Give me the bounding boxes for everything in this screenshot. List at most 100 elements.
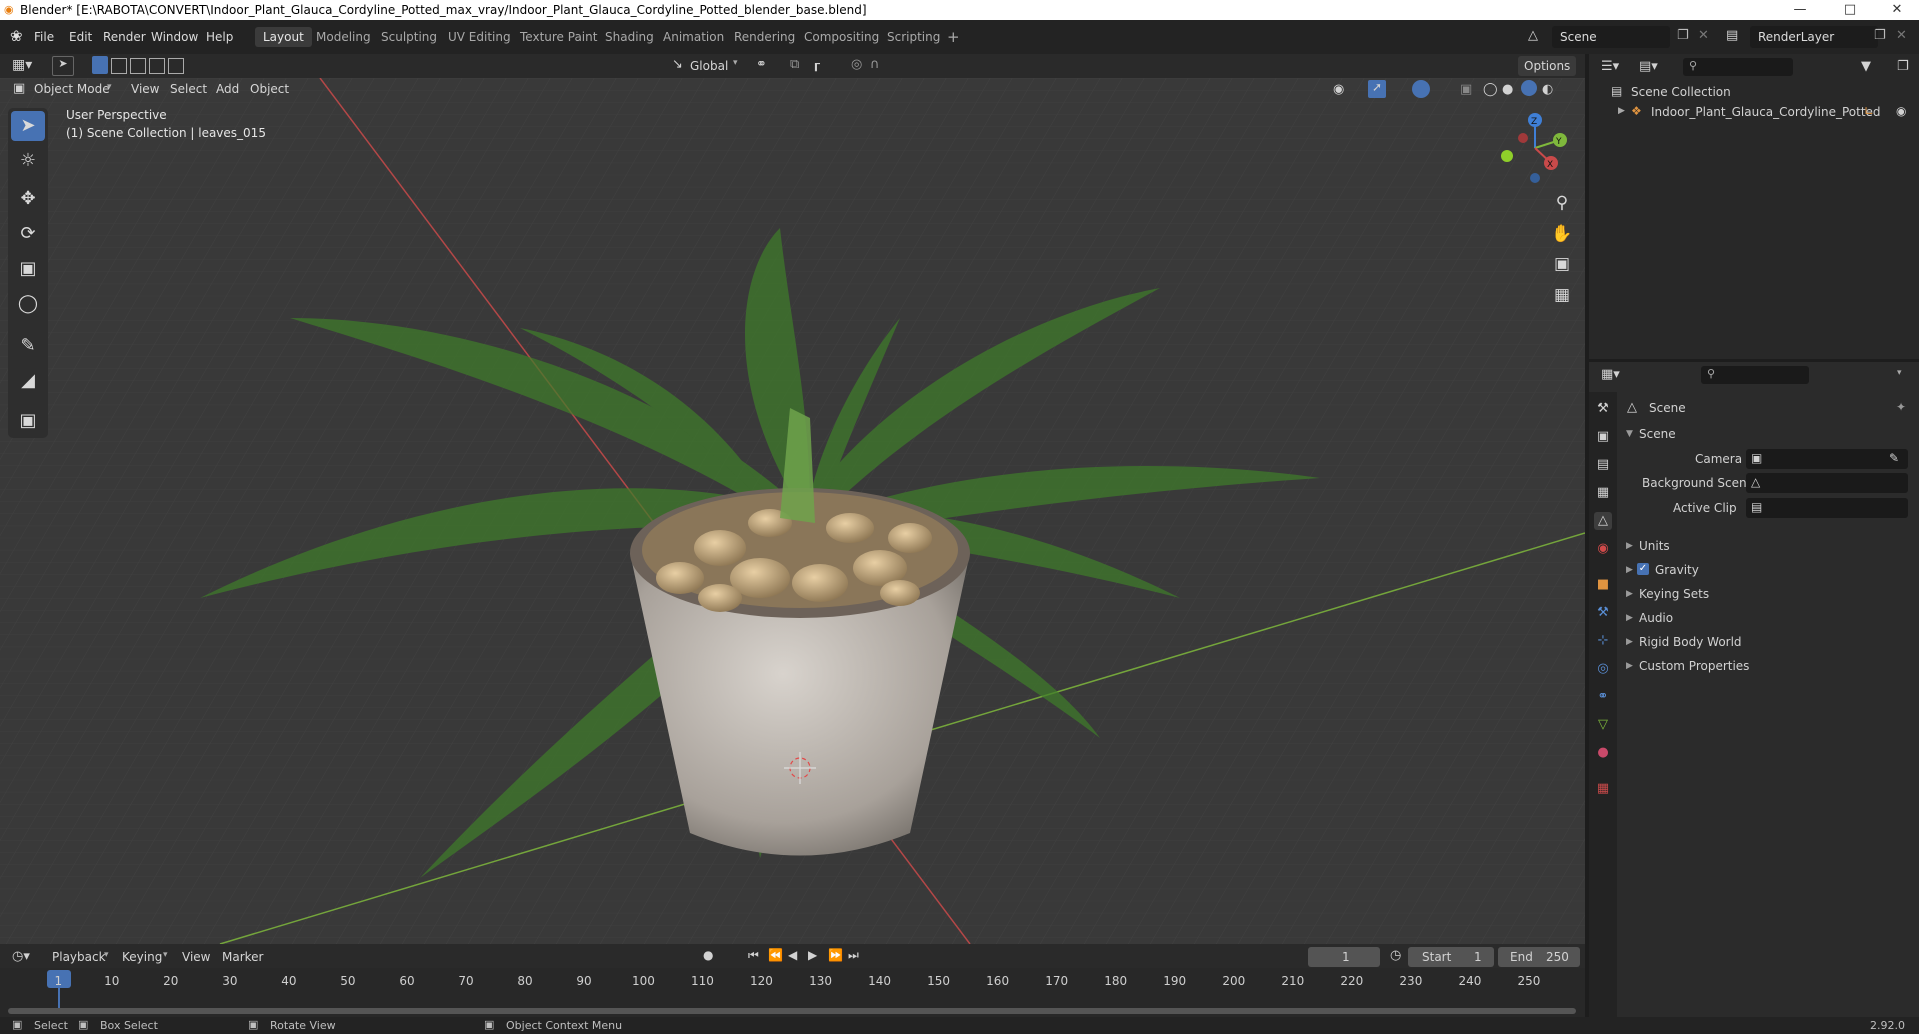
expand-custom-props-icon[interactable]: ▶	[1626, 661, 1633, 671]
end-frame-field[interactable]: End 250	[1498, 947, 1580, 967]
active-clip-field[interactable]	[1746, 498, 1908, 518]
object-menu[interactable]: Object	[244, 79, 295, 99]
tab-compositing[interactable]: Compositing	[796, 27, 887, 47]
material-tab-icon[interactable]: ●	[1594, 744, 1612, 762]
display-mode-icon[interactable]: ▤▾	[1639, 59, 1658, 74]
menu-help[interactable]: Help	[206, 30, 233, 44]
menu-window[interactable]: Window	[151, 30, 198, 44]
play-reverse-icon[interactable]: ◀	[788, 948, 797, 962]
marker-menu[interactable]: Marker	[216, 947, 269, 967]
chevron-down-icon[interactable]: ▾	[1897, 368, 1902, 378]
visibility-icon[interactable]: ◉	[1333, 82, 1344, 97]
eye-visibility-icon[interactable]: ◉	[1896, 104, 1906, 118]
select-mode-new-icon[interactable]	[92, 56, 108, 74]
new-scene-icon[interactable]: ❐	[1677, 28, 1689, 43]
editor-type-icon[interactable]: ▦▾	[12, 57, 32, 73]
properties-editor-icon[interactable]: ▦▾	[1601, 367, 1620, 382]
scene-section-header[interactable]: Scene	[1639, 427, 1676, 441]
expand-keying-sets-icon[interactable]: ▶	[1626, 589, 1633, 599]
proportional-falloff-icon[interactable]: ∩	[870, 57, 880, 72]
scene-collection-label[interactable]: Scene Collection	[1631, 85, 1731, 99]
properties-search-input[interactable]	[1701, 366, 1809, 384]
auto-key-icon[interactable]: ●	[703, 948, 713, 962]
current-frame-field[interactable]: 1	[1308, 947, 1380, 967]
tab-rendering[interactable]: Rendering	[726, 27, 803, 47]
keying-menu[interactable]: Keying	[116, 947, 168, 967]
render-layer-field[interactable]: RenderLayer	[1750, 26, 1878, 48]
measure-tool-icon[interactable]: ◢	[11, 366, 45, 396]
gravity-panel-header[interactable]: Gravity	[1655, 563, 1699, 577]
camera-view-icon[interactable]: ▣	[1549, 251, 1575, 277]
overlay-toggle-icon[interactable]	[1412, 80, 1430, 98]
menu-edit[interactable]: Edit	[69, 30, 92, 44]
select-mode-extend-icon[interactable]	[111, 58, 127, 74]
tab-texture-paint[interactable]: Texture Paint	[512, 27, 605, 47]
expand-gravity-icon[interactable]: ▶	[1626, 565, 1633, 575]
zoom-icon[interactable]: ⚲	[1549, 190, 1575, 216]
3d-viewport[interactable]: User Perspective (1) Scene Collection | …	[0, 78, 1585, 944]
xray-toggle-icon[interactable]: ▣	[1460, 82, 1472, 97]
transform-orientation-dropdown[interactable]: Global	[684, 56, 734, 76]
rendered-shading-icon[interactable]: ◐	[1542, 82, 1553, 97]
add-workspace-icon[interactable]: +	[947, 28, 960, 46]
texture-tab-icon[interactable]: ▦	[1594, 780, 1612, 798]
expand-arrow-icon[interactable]: ▶	[1618, 106, 1625, 116]
add-menu[interactable]: Add	[210, 79, 245, 99]
navigation-gizmo[interactable]: Z Y X	[1495, 108, 1575, 188]
playback-menu[interactable]: Playback	[46, 947, 112, 967]
preview-range-icon[interactable]: ◷	[1390, 948, 1401, 963]
view-menu[interactable]: View	[125, 79, 165, 99]
prev-keyframe-icon[interactable]: ⏪	[768, 948, 783, 962]
tab-animation[interactable]: Animation	[655, 27, 732, 47]
start-frame-field[interactable]: Start 1	[1408, 947, 1494, 967]
close-button[interactable]: ✕	[1877, 0, 1917, 20]
blender-menu-icon[interactable]: ❀	[10, 27, 23, 45]
options-dropdown[interactable]: Options	[1518, 56, 1577, 76]
view-layer-tab-icon[interactable]: ▦	[1594, 484, 1612, 502]
outliner-editor-icon[interactable]: ☰▾	[1601, 59, 1619, 74]
remove-layer-icon[interactable]: ✕	[1896, 28, 1907, 43]
annotate-tool-icon[interactable]: ✎	[11, 331, 45, 361]
expand-units-icon[interactable]: ▶	[1626, 541, 1633, 551]
select-mode-invert-icon[interactable]	[149, 58, 165, 74]
cursor-tool-icon[interactable]: ☼	[11, 146, 45, 176]
new-collection-icon[interactable]: ❐	[1897, 59, 1909, 74]
maximize-button[interactable]: □	[1830, 0, 1870, 20]
new-layer-icon[interactable]: ❐	[1874, 28, 1886, 43]
constraints-tab-icon[interactable]: ⚭	[1594, 688, 1612, 706]
tool-tab-icon[interactable]: ⚒	[1594, 400, 1612, 418]
world-tab-icon[interactable]: ◉	[1594, 540, 1612, 558]
scene-name-field[interactable]: Scene	[1552, 26, 1670, 48]
move-tool-icon[interactable]: ✥	[11, 184, 45, 214]
physics-tab-icon[interactable]: ◎	[1594, 660, 1612, 678]
output-tab-icon[interactable]: ▤	[1594, 456, 1612, 474]
filter-icon[interactable]: ▼	[1861, 59, 1871, 74]
render-tab-icon[interactable]: ▣	[1594, 428, 1612, 446]
eyedropper-icon[interactable]: ✎	[1889, 451, 1899, 465]
camera-field[interactable]	[1746, 449, 1908, 469]
tab-layout[interactable]: Layout	[255, 27, 312, 47]
outliner-item-plant[interactable]: Indoor_Plant_Glauca_Cordyline_Potted	[1651, 105, 1881, 119]
timeline-editor-icon[interactable]: ◷▾	[12, 949, 30, 964]
data-tab-icon[interactable]: ▽	[1594, 716, 1612, 734]
menu-file[interactable]: File	[34, 30, 54, 44]
jump-start-icon[interactable]: ⏮	[748, 948, 759, 963]
scale-tool-icon[interactable]: ▣	[11, 254, 45, 284]
scene-tab-icon[interactable]: △	[1594, 512, 1612, 530]
tab-shading[interactable]: Shading	[597, 27, 662, 47]
material-shading-icon[interactable]	[1521, 80, 1537, 96]
view-layer-icon[interactable]: ▤	[1726, 28, 1738, 43]
custom-properties-panel-header[interactable]: Custom Properties	[1639, 659, 1749, 673]
snap-element-icon[interactable]: ┎	[812, 57, 820, 72]
tab-modeling[interactable]: Modeling	[308, 27, 379, 47]
scene-selector-icon[interactable]: △	[1528, 28, 1538, 43]
audio-panel-header[interactable]: Audio	[1639, 611, 1673, 625]
particles-tab-icon[interactable]: ⊹	[1594, 632, 1612, 650]
keying-sets-panel-header[interactable]: Keying Sets	[1639, 587, 1709, 601]
gravity-checkbox[interactable]: ✓	[1637, 563, 1649, 575]
ortho-toggle-icon[interactable]: ▦	[1549, 282, 1575, 308]
expand-audio-icon[interactable]: ▶	[1626, 613, 1633, 623]
solid-shading-icon[interactable]: ●	[1502, 82, 1513, 97]
pin-icon[interactable]: ✦	[1896, 400, 1906, 414]
select-mode-subtract-icon[interactable]	[130, 58, 146, 74]
